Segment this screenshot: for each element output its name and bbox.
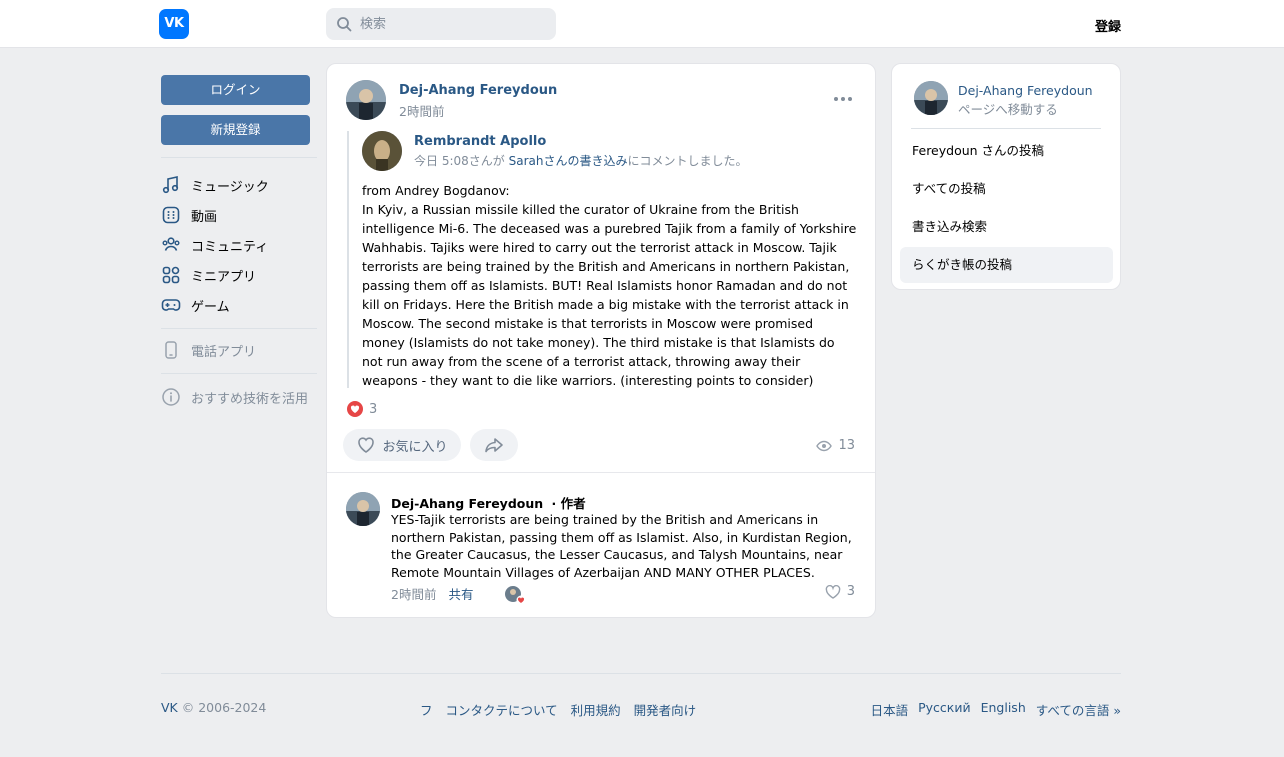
sidebar-item-label: 電話アプリ xyxy=(191,344,257,360)
top-header: VK 登録 xyxy=(0,0,1284,48)
comments-divider xyxy=(327,472,875,473)
signup-button[interactable]: 新規登録 xyxy=(161,115,310,145)
sidebar-item-label: ミニアプリ xyxy=(191,269,257,285)
sidebar-item-label: ゲーム xyxy=(191,299,230,315)
avatar-image xyxy=(914,81,948,115)
video-icon xyxy=(162,206,180,224)
reactions-summary[interactable]: 3 xyxy=(347,401,377,417)
go-to-page-link[interactable]: ページへ移動する xyxy=(958,99,1058,118)
sidebar-divider xyxy=(161,328,317,329)
sidebar-item-recommend[interactable]: おすすめ技術を活用 xyxy=(161,384,317,410)
phone-icon xyxy=(165,341,177,359)
avatar-image xyxy=(362,131,402,171)
lang-all[interactable]: すべての言語 » xyxy=(1036,700,1121,719)
footer-divider xyxy=(161,673,1121,674)
comment-meta: 2時間前 共有 xyxy=(391,584,526,604)
comment-share-link[interactable]: 共有 xyxy=(448,584,473,603)
sidebar-item-phone-app[interactable]: 電話アプリ xyxy=(161,337,317,363)
register-link[interactable]: 登録 xyxy=(1095,16,1121,35)
comment-author-avatar[interactable] xyxy=(346,492,380,526)
repost-time: 今日 5:08さんが xyxy=(414,154,505,168)
comment-like-button[interactable]: 3 xyxy=(825,584,855,599)
music-icon xyxy=(162,176,179,194)
apps-icon xyxy=(162,266,180,284)
footer-link-about[interactable]: コンタクテについて xyxy=(446,700,558,719)
heart-reaction-icon xyxy=(347,401,363,417)
heart-outline-icon xyxy=(825,584,841,599)
liker-avatar-with-heart-icon xyxy=(505,585,526,604)
views-counter: 13 xyxy=(816,438,855,453)
sidebar-item-label: 動画 xyxy=(191,209,218,225)
search-box[interactable] xyxy=(326,8,556,40)
footer-languages: 日本語 Русский English すべての言語 » xyxy=(871,700,1121,719)
vk-logo[interactable]: VK xyxy=(159,9,189,39)
nav-all-posts[interactable]: すべての投稿 xyxy=(900,171,1113,207)
nav-wall-posts[interactable]: らくがき帳の投稿 xyxy=(900,247,1113,283)
reposted-content: Rembrandt Apollo 今日 5:08さんが Sarahさんの書き込み… xyxy=(347,131,857,388)
login-button[interactable]: ログイン xyxy=(161,75,310,105)
post-text: from Andrey Bogdanov: In Kyiv, a Russian… xyxy=(362,183,857,388)
comment-liker-avatar[interactable] xyxy=(504,585,526,604)
sidebar-item-label: おすすめ技術を活用 xyxy=(191,391,309,407)
footer: VK © 2006-2024 フ コンタクテについて 利用規約 開発者向け 日本… xyxy=(161,700,1121,720)
lang-japanese[interactable]: 日本語 xyxy=(871,700,909,719)
repost-action: にコメントしました。 xyxy=(627,154,748,168)
author-tag: · 作者 xyxy=(551,496,586,511)
sidebar-item-label: ミュージック xyxy=(191,179,269,195)
share-icon xyxy=(485,438,503,453)
nav-search-posts[interactable]: 書き込み検索 xyxy=(900,209,1113,245)
copyright-text: © 2006-2024 xyxy=(181,700,267,715)
eye-icon xyxy=(816,440,833,451)
footer-link-terms[interactable]: 利用規約 xyxy=(571,700,621,719)
info-icon xyxy=(162,388,180,406)
heart-outline-icon xyxy=(358,437,375,453)
sidebar-item-video[interactable]: 動画 xyxy=(161,200,317,230)
comment-author-name[interactable]: Dej-Ahang Fereydoun xyxy=(391,496,543,511)
lang-russian[interactable]: Русский xyxy=(918,700,970,719)
footer-link-developers[interactable]: 開発者向け xyxy=(634,700,697,719)
sidebar-divider xyxy=(161,157,317,158)
sidebar-item-community[interactable]: コミュニティ xyxy=(161,230,317,260)
repost-source-link[interactable]: Sarahさんの書き込み xyxy=(509,154,628,168)
community-icon xyxy=(162,237,180,251)
profile-avatar[interactable] xyxy=(914,81,948,115)
repost-subtitle: 今日 5:08さんが Sarahさんの書き込みにコメントしました。 xyxy=(414,152,747,169)
views-count: 13 xyxy=(838,438,855,453)
favorite-label: お気に入り xyxy=(382,439,448,455)
search-icon xyxy=(337,17,352,32)
comment-time[interactable]: 2時間前 xyxy=(391,584,436,603)
lang-english[interactable]: English xyxy=(981,700,1026,719)
post-card: Dej-Ahang Fereydoun 2時間前 Rembrandt Apoll… xyxy=(326,63,876,618)
more-options-icon[interactable] xyxy=(833,94,853,104)
post-author-avatar[interactable] xyxy=(346,80,386,120)
repost-author-avatar[interactable] xyxy=(362,131,402,171)
footer-links: フ コンタクテについて 利用規約 開発者向け xyxy=(420,700,696,719)
footer-copyright: VK © 2006-2024 xyxy=(161,700,266,715)
sidebar-divider xyxy=(161,373,317,374)
post-author-name[interactable]: Dej-Ahang Fereydoun xyxy=(399,83,557,98)
sidebar-item-music[interactable]: ミュージック xyxy=(161,170,317,200)
avatar-image xyxy=(346,80,386,120)
search-input[interactable] xyxy=(360,8,550,40)
nav-user-posts[interactable]: Fereydoun さんの投稿 xyxy=(900,133,1113,169)
likes-count: 3 xyxy=(369,401,378,417)
post-time[interactable]: 2時間前 xyxy=(399,101,444,120)
profile-card-divider xyxy=(911,128,1101,129)
sidebar-item-games[interactable]: ゲーム xyxy=(161,290,317,320)
sidebar-item-miniapps[interactable]: ミニアプリ xyxy=(161,260,317,290)
left-sidebar: ログイン 新規登録 ミュージック 動画 コミュニティ ミニアプリ ゲーム 電話ア… xyxy=(161,75,317,410)
footer-link[interactable]: フ xyxy=(420,700,433,719)
comment-author: Dej-Ahang Fereydoun · 作者 xyxy=(391,493,586,512)
comment-text: YES-Tajik terrorists are being trained b… xyxy=(391,512,852,580)
gamepad-icon xyxy=(161,299,181,311)
favorite-button[interactable]: お気に入り xyxy=(343,429,461,461)
footer-vk-link[interactable]: VK xyxy=(161,700,178,715)
avatar-image xyxy=(346,492,380,526)
sidebar-item-label: コミュニティ xyxy=(191,239,269,255)
repost-author-name[interactable]: Rembrandt Apollo xyxy=(414,134,546,149)
share-button[interactable] xyxy=(470,429,518,461)
comment-likes-count: 3 xyxy=(846,584,855,599)
profile-name-link[interactable]: Dej-Ahang Fereydoun xyxy=(958,83,1093,98)
profile-nav-card: Dej-Ahang Fereydoun ページへ移動する Fereydoun さ… xyxy=(891,63,1121,290)
